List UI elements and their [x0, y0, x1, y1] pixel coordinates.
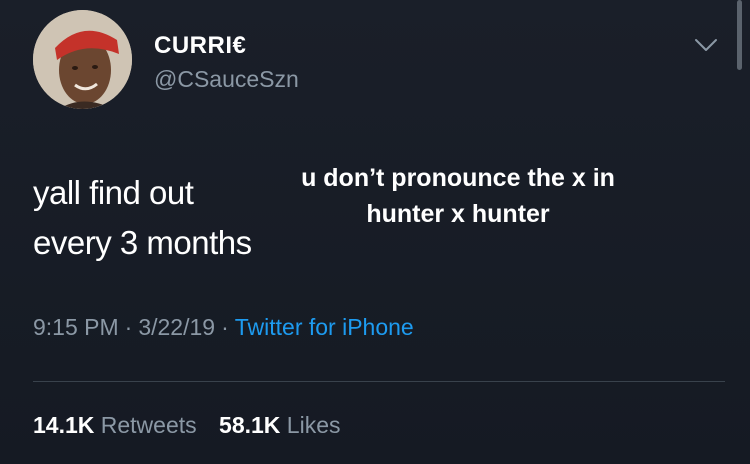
retweets-stat[interactable]: 14.1K Retweets: [33, 412, 203, 438]
chevron-down-icon[interactable]: [694, 38, 718, 52]
likes-label: Likes: [286, 412, 341, 438]
likes-stat[interactable]: 58.1K Likes: [219, 412, 340, 438]
meta-separator: ·: [221, 314, 229, 340]
overlay-caption: u don’t pronounce the x in hunter x hunt…: [268, 160, 648, 232]
scrollbar[interactable]: [737, 0, 742, 70]
retweets-label: Retweets: [100, 412, 197, 438]
avatar-image: [33, 10, 132, 109]
user-handle[interactable]: @CSauceSzn: [154, 66, 299, 93]
display-name[interactable]: CURRI€: [154, 32, 246, 60]
tweet-source-link[interactable]: Twitter for iPhone: [235, 314, 414, 340]
tweet-time[interactable]: 9:15 PM: [33, 314, 119, 340]
meta-separator: ·: [124, 314, 133, 340]
overlay-caption-line: u don’t pronounce the x in: [301, 164, 615, 192]
tweet-date[interactable]: 3/22/19: [138, 314, 215, 340]
divider: [33, 381, 725, 382]
tweet-card: CURRI€ @CSauceSzn yall find out every 3 …: [0, 0, 750, 464]
overlay-caption-line: hunter x hunter: [366, 200, 550, 228]
retweets-count: 14.1K: [33, 412, 95, 438]
likes-count: 58.1K: [219, 412, 281, 438]
tweet-stats: 14.1K Retweets 58.1K Likes: [33, 412, 357, 439]
avatar[interactable]: [33, 10, 132, 109]
tweet-meta: 9:15 PM · 3/22/19 · Twitter for iPhone: [33, 314, 414, 341]
